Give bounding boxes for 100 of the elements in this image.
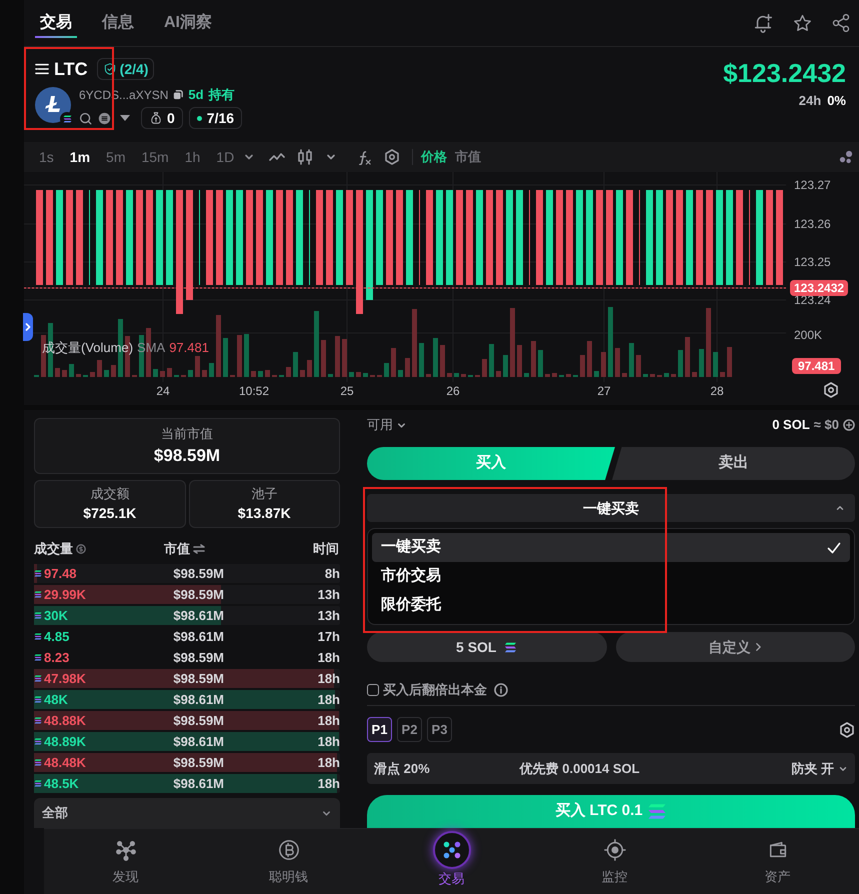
preset-tab[interactable]: P1 xyxy=(367,717,392,742)
nav-item[interactable]: 发现 xyxy=(44,829,207,894)
nav-item[interactable]: 资产 xyxy=(696,829,859,894)
checkbox[interactable] xyxy=(367,684,379,696)
trade-market-cap: $98.59M xyxy=(172,754,224,772)
check-icon xyxy=(827,542,841,554)
trade-time: 13h xyxy=(318,586,340,604)
bag-count: 0 xyxy=(167,108,175,128)
star-icon[interactable] xyxy=(792,12,813,34)
tab[interactable]: 信息 xyxy=(97,0,139,46)
trade-amount: 47.98K xyxy=(44,672,86,685)
price-axis-label: 123.25 xyxy=(794,255,831,269)
copy-icon[interactable] xyxy=(173,90,184,100)
swap-icon[interactable] xyxy=(193,544,205,554)
trade-market-cap: $98.61M xyxy=(172,774,224,793)
interval-tab[interactable]: 1m xyxy=(62,146,98,168)
menu-item[interactable]: 限价委托 xyxy=(372,591,850,620)
trade-market-cap: $98.59M xyxy=(172,586,224,604)
trade-amount: 48K xyxy=(44,693,68,706)
dollar-coin-icon[interactable] xyxy=(76,544,86,554)
stat-label: 当前市值 xyxy=(161,424,213,442)
coin-icon[interactable] xyxy=(98,112,111,124)
bubbles-icon[interactable] xyxy=(839,150,853,164)
time-axis-label: 27 xyxy=(597,383,611,400)
sol-icon xyxy=(34,591,42,598)
sol-icon xyxy=(34,717,42,724)
trade-market-cap: $98.61M xyxy=(172,628,224,646)
interval-tab[interactable]: 1h xyxy=(178,146,208,168)
line-chart-icon[interactable] xyxy=(269,151,286,163)
caret-down-icon[interactable] xyxy=(119,113,131,123)
custom-amount-button[interactable]: 自定义 xyxy=(616,632,855,662)
chart-mode-tab[interactable]: 市值 xyxy=(455,147,482,167)
time-axis-label: 10:52 xyxy=(238,383,270,400)
menu-item[interactable]: 一键买卖 xyxy=(372,533,850,562)
preset-tab[interactable]: P2 xyxy=(397,717,422,742)
function-icon[interactable] xyxy=(357,150,372,164)
price-change: 0% xyxy=(827,92,846,110)
price-axis-label: 123.24 xyxy=(794,293,831,307)
hexagon-settings-icon[interactable] xyxy=(384,149,400,165)
trade-time: 18h xyxy=(318,648,340,667)
info-icon[interactable] xyxy=(494,683,508,697)
sol-icon xyxy=(34,570,42,577)
time-axis-label: 28 xyxy=(710,383,724,400)
chevron-right-icon xyxy=(25,323,31,331)
nav-item[interactable]: 聪明钱 xyxy=(207,829,370,894)
column-header: 成交量 xyxy=(34,540,73,558)
trade-amount: 48.48K xyxy=(44,756,86,769)
last-volume-badge: 97.481 xyxy=(792,358,841,374)
trade-time: 17h xyxy=(318,628,340,646)
tab[interactable]: AI洞察 xyxy=(159,0,217,46)
volume-axis-label: 200K xyxy=(794,327,822,344)
order-type-dropdown[interactable]: 一键买卖 xyxy=(367,494,855,522)
available-dropdown[interactable]: 可用 xyxy=(367,415,407,435)
trade-amount: 48.88K xyxy=(44,714,86,727)
nav-item[interactable]: 监控 xyxy=(533,829,696,894)
trade-time: 18h xyxy=(318,732,340,751)
checkbox-label: 买入后翻倍出本金 xyxy=(383,681,487,700)
menu-item[interactable]: 市价交易 xyxy=(372,562,850,591)
hexagon-settings-icon[interactable] xyxy=(823,382,839,398)
amount-button[interactable]: 5 SOL xyxy=(367,632,606,662)
sol-icon xyxy=(34,654,42,661)
share-icon[interactable] xyxy=(831,13,851,33)
sol-icon xyxy=(646,803,667,820)
time-axis-label: 26 xyxy=(446,383,460,400)
anti-mev-toggle[interactable]: 防夹 开 xyxy=(791,758,848,778)
stat-label: 池子 xyxy=(251,484,278,503)
interval-tab[interactable]: 15m xyxy=(134,146,176,168)
interval-tab[interactable]: 1s xyxy=(32,146,61,168)
holding-label: 持有 xyxy=(208,86,235,104)
search-icon[interactable] xyxy=(79,112,92,124)
trade-time: 18h xyxy=(318,754,340,772)
candles-icon[interactable] xyxy=(297,149,314,165)
dot-icon xyxy=(196,116,202,120)
trade-time: 18h xyxy=(318,690,340,709)
token-symbol: LTC xyxy=(54,58,88,80)
trade-side-tab[interactable]: 卖出 xyxy=(612,447,855,480)
shield-check-icon xyxy=(102,62,117,76)
filter-dropdown[interactable]: 全部 xyxy=(34,798,340,828)
trade-market-cap: $98.59M xyxy=(172,648,224,667)
trade-amount: 97.48 xyxy=(44,567,77,580)
interval-tab[interactable]: 1D xyxy=(209,146,242,168)
menu-icon[interactable] xyxy=(35,62,49,76)
panel-toggle-handle[interactable] xyxy=(23,313,33,341)
trade-market-cap: $98.61M xyxy=(172,606,224,625)
sol-icon xyxy=(34,633,42,640)
interval-tab[interactable]: 5m xyxy=(99,146,132,168)
plus-circle-icon[interactable] xyxy=(843,419,855,431)
bell-plus-icon[interactable] xyxy=(752,12,774,34)
trade-time: 18h xyxy=(318,670,340,688)
hexagon-settings-icon[interactable] xyxy=(839,722,855,738)
trade-market-cap: $98.61M xyxy=(172,690,224,709)
trade-market-cap: $98.59M xyxy=(172,712,224,730)
column-header: 市值 xyxy=(164,540,190,558)
trade-market-cap: $98.59M xyxy=(172,670,224,688)
trade-market-cap: $98.59M xyxy=(172,564,224,583)
tab[interactable]: 交易 xyxy=(35,0,77,46)
chart-mode-tab[interactable]: 价格 xyxy=(421,147,448,167)
sol-icon xyxy=(34,675,42,682)
nav-item[interactable]: 交易 xyxy=(370,829,533,894)
preset-tab[interactable]: P3 xyxy=(427,717,452,742)
